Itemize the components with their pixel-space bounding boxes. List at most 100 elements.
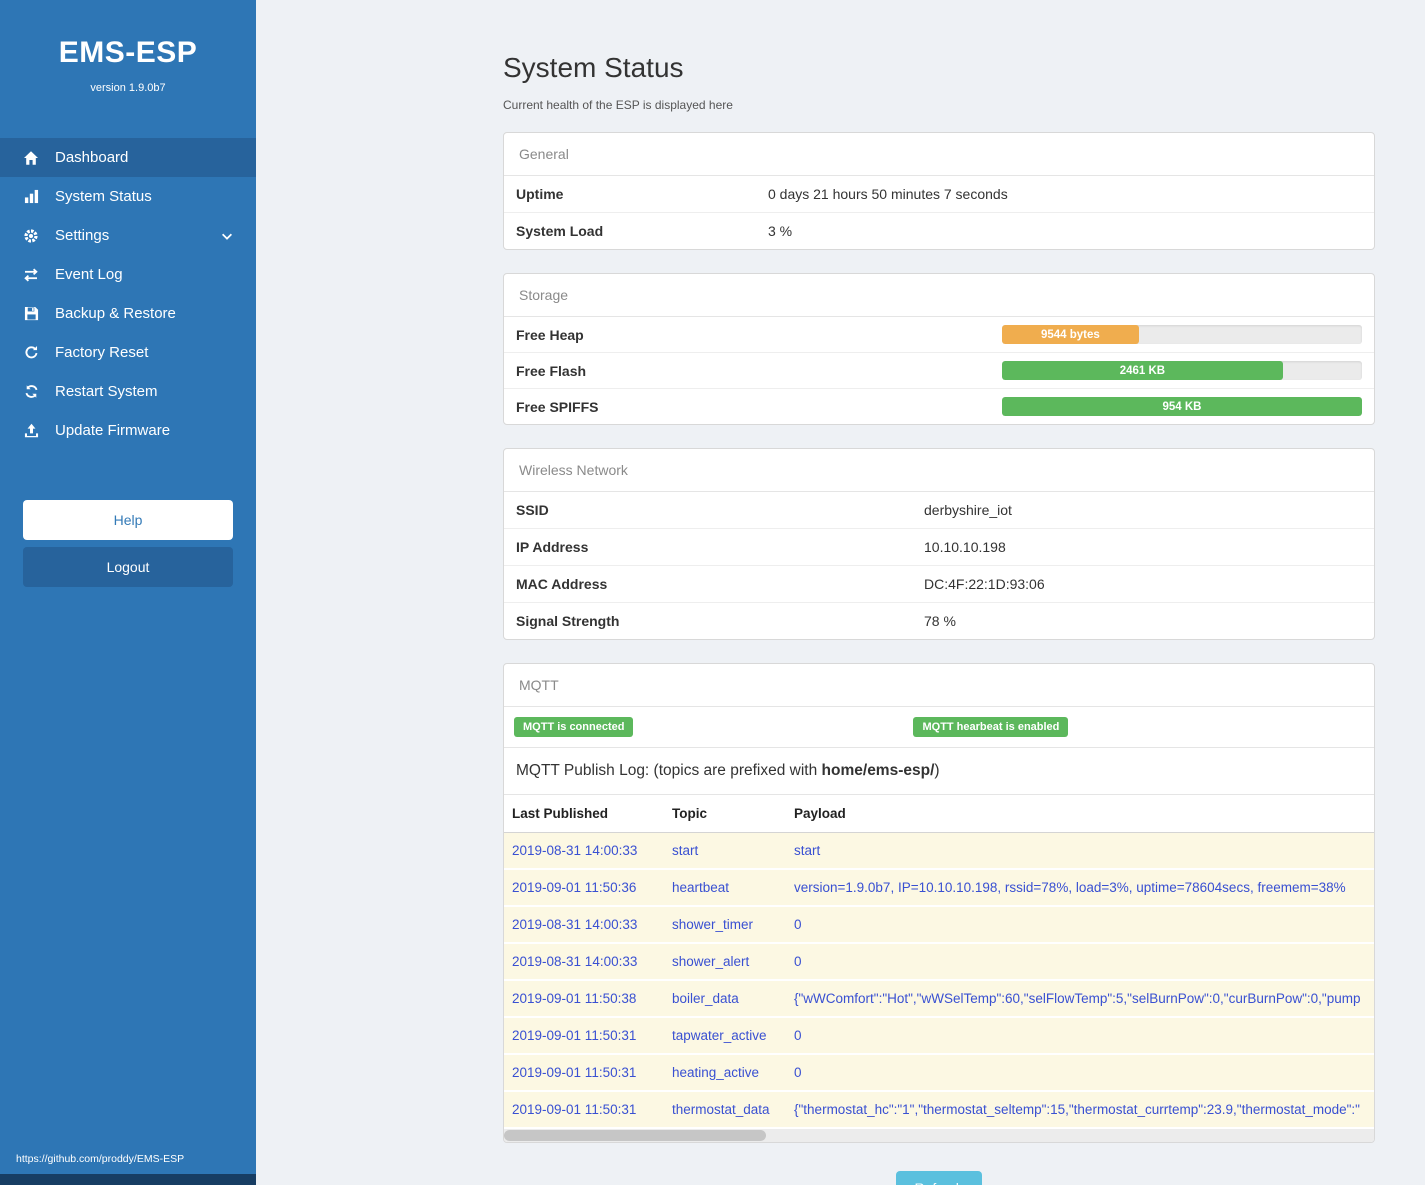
restart-icon: [22, 384, 40, 400]
system-load-value: 3 %: [768, 223, 792, 239]
published-cell: 2019-09-01 11:50:31: [504, 1091, 664, 1128]
system-load-row: System Load 3 %: [504, 213, 1374, 249]
published-cell: 2019-09-01 11:50:31: [504, 1054, 664, 1091]
mqtt-log-title-prefix: MQTT Publish Log: (topics are prefixed w…: [516, 762, 822, 779]
sidebar-item-backup-restore[interactable]: Backup & Restore: [0, 294, 256, 333]
sidebar-item-label: Restart System: [55, 383, 158, 400]
brand: EMS-ESP version 1.9.0b7: [0, 0, 256, 94]
ip-address-label: IP Address: [516, 539, 924, 555]
published-cell: 2019-08-31 14:00:33: [504, 906, 664, 943]
wireless-panel: Wireless Network SSID derbyshire_iot IP …: [503, 448, 1375, 640]
free-flash-progress-track: 2461 KB: [1002, 361, 1362, 380]
sidebar-item-factory-reset[interactable]: Factory Reset: [0, 333, 256, 372]
col-header-last-published: Last Published: [504, 795, 664, 833]
topic-cell: tapwater_active: [664, 1017, 786, 1054]
table-row: 2019-09-01 11:50:31 thermostat_data {"th…: [504, 1091, 1374, 1128]
app-title: EMS-ESP: [0, 36, 256, 70]
free-flash-label: Free Flash: [516, 363, 1002, 379]
ip-address-value: 10.10.10.198: [924, 539, 1006, 555]
storage-panel: Storage Free Heap 9544 bytes Free Flash …: [503, 273, 1375, 425]
mqtt-badges-row: MQTT is connected MQTT hearbeat is enabl…: [504, 707, 1374, 748]
mqtt-panel-header: MQTT: [504, 664, 1374, 707]
mqtt-heartbeat-badge: MQTT hearbeat is enabled: [913, 717, 1068, 737]
topic-cell: boiler_data: [664, 980, 786, 1017]
bar-chart-icon: [22, 189, 40, 205]
free-spiffs-progress-track: 954 KB: [1002, 397, 1362, 416]
table-row: 2019-09-01 11:50:31 tapwater_active 0: [504, 1017, 1374, 1054]
table-row: 2019-09-01 11:50:38 boiler_data {"wWComf…: [504, 980, 1374, 1017]
topic-cell: thermostat_data: [664, 1091, 786, 1128]
sidebar: EMS-ESP version 1.9.0b7 Dashboard System…: [0, 0, 256, 1185]
mac-address-row: MAC Address DC:4F:22:1D:93:06: [504, 566, 1374, 603]
sidebar-item-label: Event Log: [55, 266, 123, 283]
table-row: 2019-09-01 11:50:36 heartbeat version=1.…: [504, 869, 1374, 906]
published-cell: 2019-09-01 11:50:31: [504, 1017, 664, 1054]
sidebar-item-restart-system[interactable]: Restart System: [0, 372, 256, 411]
col-header-topic: Topic: [664, 795, 786, 833]
sidebar-item-label: Dashboard: [55, 149, 128, 166]
ssid-label: SSID: [516, 502, 924, 518]
topic-cell: heating_active: [664, 1054, 786, 1091]
logout-button[interactable]: Logout: [23, 547, 233, 587]
sidebar-item-label: Backup & Restore: [55, 305, 176, 322]
uptime-value: 0 days 21 hours 50 minutes 7 seconds: [768, 186, 1008, 202]
table-row: 2019-09-01 11:50:31 heating_active 0: [504, 1054, 1374, 1091]
exchange-arrows-icon: [22, 267, 40, 283]
signal-strength-row: Signal Strength 78 %: [504, 603, 1374, 639]
ip-address-row: IP Address 10.10.10.198: [504, 529, 1374, 566]
sidebar-item-update-firmware[interactable]: Update Firmware: [0, 411, 256, 450]
sidebar-item-dashboard[interactable]: Dashboard: [0, 138, 256, 177]
payload-cell: 0: [786, 1054, 1374, 1091]
help-button[interactable]: Help: [23, 500, 233, 540]
topic-cell: shower_alert: [664, 943, 786, 980]
sidebar-item-label: Update Firmware: [55, 422, 170, 439]
sidebar-item-settings[interactable]: Settings: [0, 216, 256, 255]
published-cell: 2019-08-31 14:00:33: [504, 833, 664, 870]
wireless-panel-header: Wireless Network: [504, 449, 1374, 492]
sidebar-item-event-log[interactable]: Event Log: [0, 255, 256, 294]
published-cell: 2019-09-01 11:50:36: [504, 869, 664, 906]
general-panel: General Uptime 0 days 21 hours 50 minute…: [503, 132, 1375, 250]
mac-address-label: MAC Address: [516, 576, 924, 592]
col-header-payload: Payload: [786, 795, 1374, 833]
app-version: version 1.9.0b7: [0, 82, 256, 94]
horizontal-scrollbar-thumb[interactable]: [504, 1130, 766, 1141]
topic-cell: shower_timer: [664, 906, 786, 943]
table-row: 2019-08-31 14:00:33 shower_alert 0: [504, 943, 1374, 980]
payload-cell: {"thermostat_hc":"1","thermostat_seltemp…: [786, 1091, 1374, 1128]
free-spiffs-progress-bar: 954 KB: [1002, 397, 1362, 416]
mqtt-table-wrap: Last Published Topic Payload 2019-08-31 …: [504, 795, 1374, 1129]
horizontal-scrollbar[interactable]: [504, 1129, 1374, 1142]
published-cell: 2019-08-31 14:00:33: [504, 943, 664, 980]
sidebar-item-label: Factory Reset: [55, 344, 148, 361]
sidebar-item-label: Settings: [55, 227, 109, 244]
main-content: System Status Current health of the ESP …: [256, 0, 1425, 1185]
payload-cell: 0: [786, 1017, 1374, 1054]
free-heap-row: Free Heap 9544 bytes: [504, 317, 1374, 353]
home-icon: [22, 150, 40, 166]
github-link[interactable]: https://github.com/proddy/EMS-ESP: [0, 1144, 256, 1174]
uptime-label: Uptime: [516, 186, 768, 202]
free-heap-progress-bar: 9544 bytes: [1002, 325, 1139, 344]
ssid-row: SSID derbyshire_iot: [504, 492, 1374, 529]
table-row: 2019-08-31 14:00:33 start start: [504, 833, 1374, 870]
mqtt-panel: MQTT MQTT is connected MQTT hearbeat is …: [503, 663, 1375, 1143]
payload-cell: start: [786, 833, 1374, 870]
sidebar-item-label: System Status: [55, 188, 152, 205]
free-heap-label: Free Heap: [516, 327, 1002, 343]
chevron-down-icon: [220, 229, 234, 243]
payload-cell: 0: [786, 906, 1374, 943]
sidebar-item-system-status[interactable]: System Status: [0, 177, 256, 216]
mac-address-value: DC:4F:22:1D:93:06: [924, 576, 1045, 592]
refresh-button[interactable]: Refresh: [896, 1171, 981, 1185]
payload-cell: version=1.9.0b7, IP=10.10.10.198, rssid=…: [786, 869, 1374, 906]
signal-strength-label: Signal Strength: [516, 613, 924, 629]
ssid-value: derbyshire_iot: [924, 502, 1012, 518]
topic-cell: heartbeat: [664, 869, 786, 906]
save-icon: [22, 306, 40, 322]
signal-strength-value: 78 %: [924, 613, 956, 629]
table-row: 2019-08-31 14:00:33 shower_timer 0: [504, 906, 1374, 943]
free-heap-progress-track: 9544 bytes: [1002, 325, 1362, 344]
mqtt-log-title-suffix: ): [934, 762, 939, 779]
free-flash-progress-bar: 2461 KB: [1002, 361, 1283, 380]
